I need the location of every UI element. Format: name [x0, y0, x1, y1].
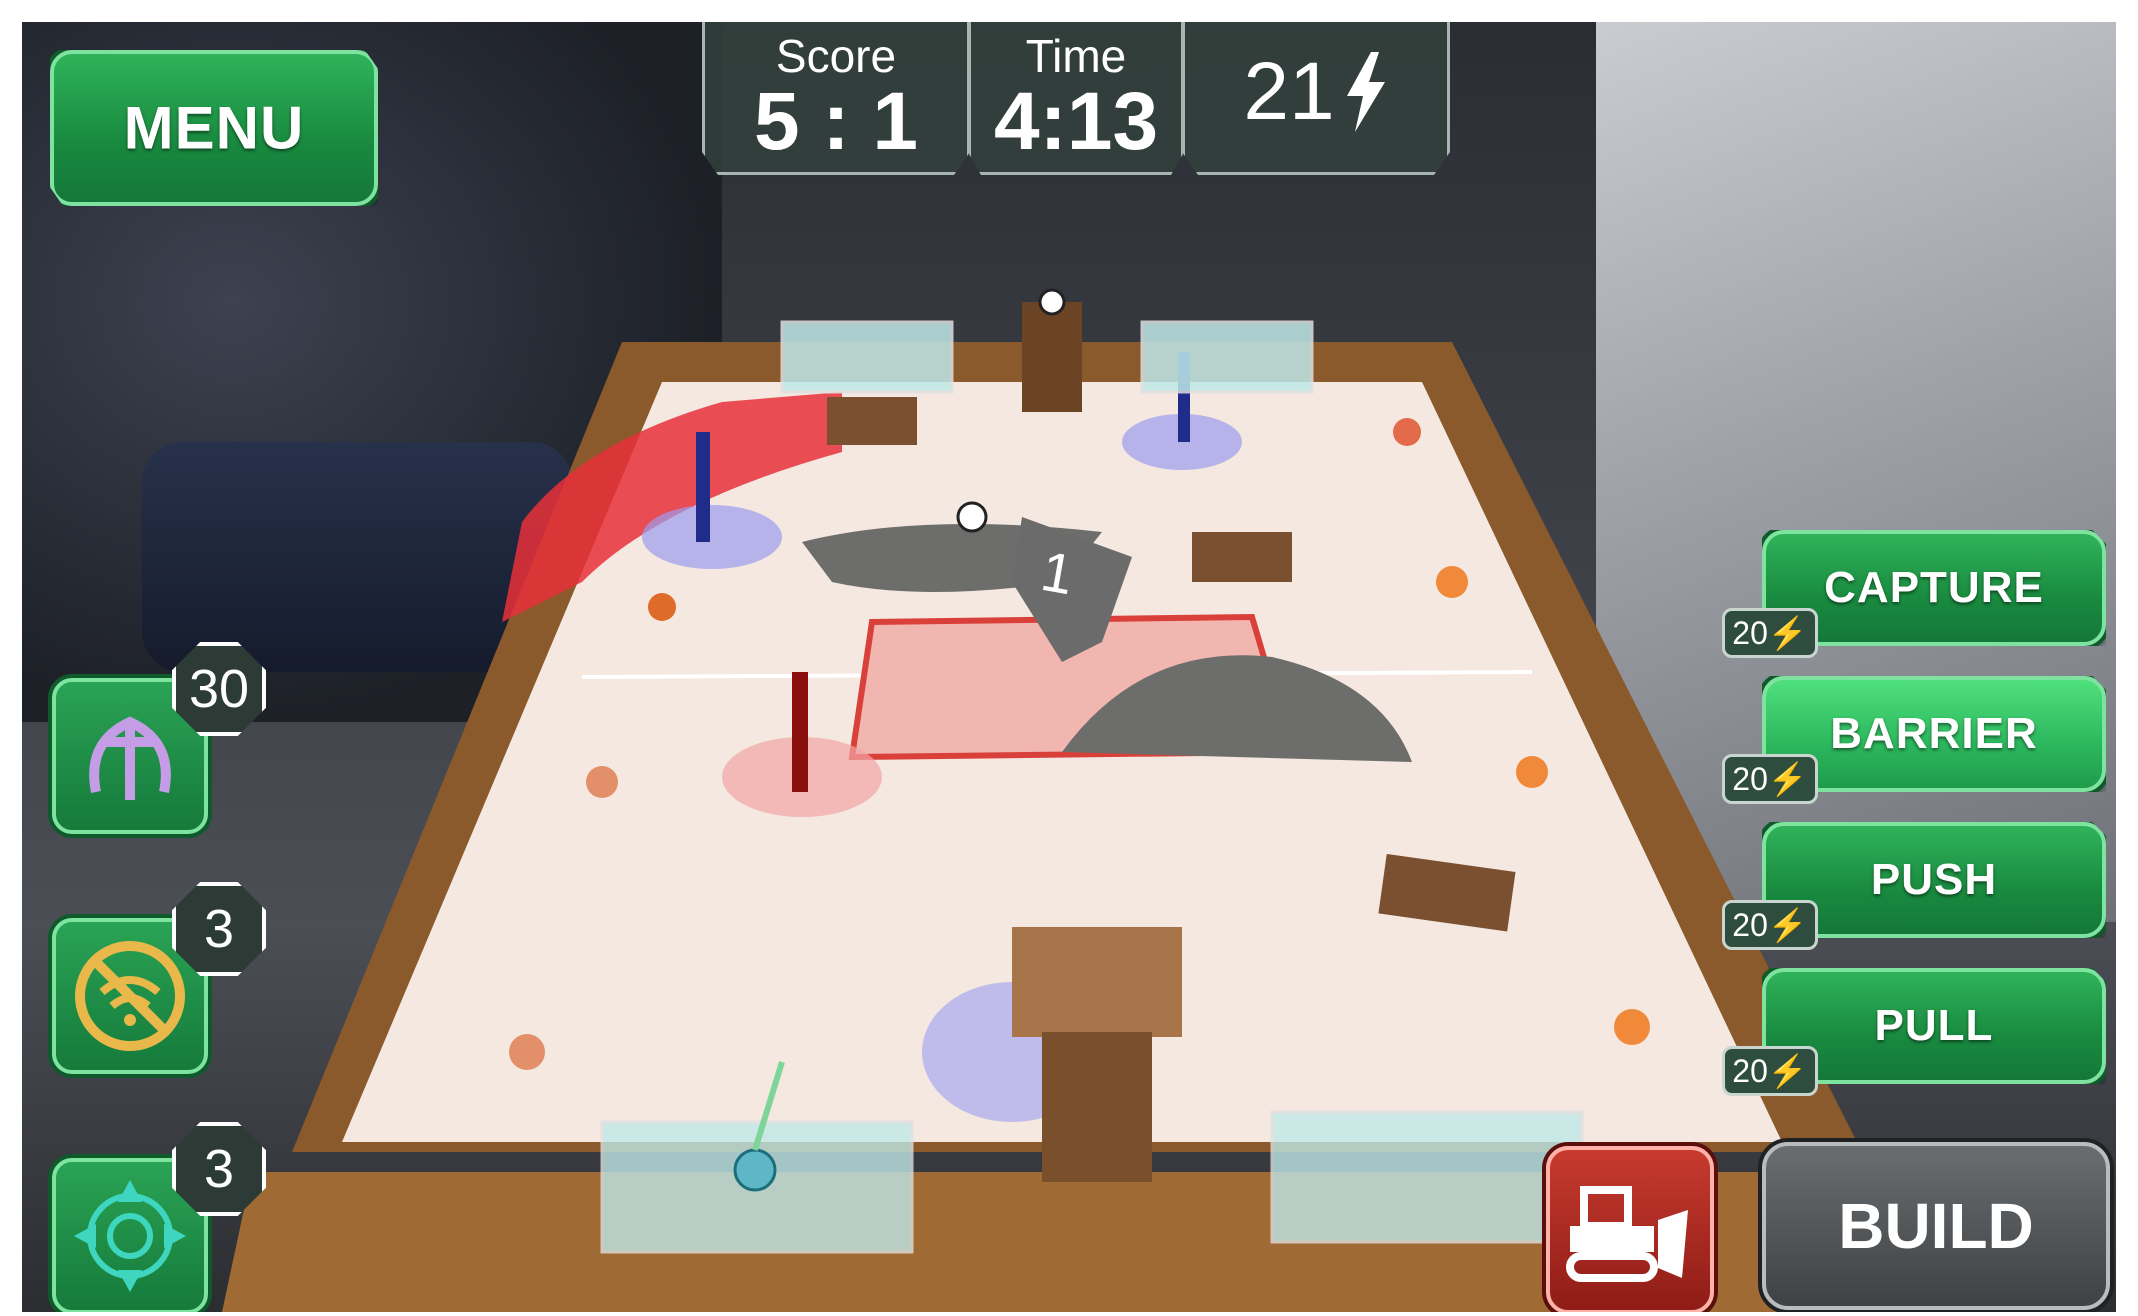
pull-cost: 20⚡ — [1722, 1046, 1818, 1096]
goal-bottom-right — [1270, 1110, 1584, 1244]
blue-post-left — [696, 432, 710, 542]
barrier-mid-right — [1192, 532, 1292, 582]
score-label: Score — [775, 30, 897, 82]
bulldozer-button[interactable] — [1546, 1146, 1714, 1312]
game-field[interactable]: 1 — [22, 22, 2116, 1312]
lightning-icon: ⚡ — [1767, 615, 1808, 651]
energy-pickup-2 — [1516, 756, 1548, 788]
time-panel: Time 4:13 — [968, 22, 1184, 175]
capture-cost: 20⚡ — [1722, 608, 1818, 658]
lightning-icon: ⚡ — [1767, 907, 1808, 943]
menu-button[interactable]: MENU — [50, 50, 378, 206]
ability-anchor-button[interactable]: 30 — [52, 642, 266, 834]
red-post-center — [792, 672, 808, 792]
ball-mid — [956, 501, 988, 533]
bulldozer-icon — [1566, 1186, 1688, 1282]
energy-value: 21 — [1243, 46, 1335, 137]
time-label: Time — [1025, 30, 1127, 82]
score-panel: Score 5 : 1 — [702, 22, 970, 175]
blue-spot-left — [642, 505, 782, 569]
barrier-cost: 20⚡ — [1722, 754, 1818, 804]
ball-player — [733, 1148, 777, 1192]
ability-mandala-button[interactable]: 3 — [52, 1122, 266, 1312]
build-button[interactable]: BUILD — [1762, 1142, 2110, 1310]
ability-no-signal-button[interactable]: 3 — [52, 882, 266, 1074]
ball-top — [1038, 288, 1066, 316]
goal-top-right — [1140, 320, 1314, 394]
lightning-icon — [1346, 52, 1385, 132]
energy-pickup-1 — [1436, 566, 1468, 598]
tower-bottom-roof — [1012, 927, 1182, 1037]
orange-marker — [648, 593, 676, 621]
pull-label: PULL — [1874, 1001, 1994, 1050]
lightning-icon: ⚡ — [1767, 761, 1808, 797]
time-value: 4:13 — [993, 76, 1159, 167]
barrier-cost-value: 20 — [1732, 761, 1768, 797]
push-cost-value: 20 — [1732, 907, 1768, 943]
disabled-pickup-3 — [509, 1034, 545, 1070]
score-value: 5 : 1 — [753, 76, 919, 167]
disabled-pickup-2 — [586, 766, 618, 798]
lightning-icon: ⚡ — [1767, 1053, 1808, 1089]
tower-bottom-body — [1042, 1032, 1152, 1182]
barrier-label: BARRIER — [1830, 709, 2038, 758]
disabled-pickup-1 — [1393, 418, 1421, 446]
energy-panel: 21 — [1182, 22, 1450, 175]
barrier-top-left — [827, 397, 917, 445]
push-label: PUSH — [1870, 855, 1998, 904]
energy-pickup-3 — [1614, 1009, 1650, 1045]
pull-cost-value: 20 — [1732, 1053, 1768, 1089]
goal-top-left — [780, 320, 954, 394]
capture-cost-value: 20 — [1732, 615, 1768, 651]
capture-label: CAPTURE — [1824, 563, 2044, 612]
push-cost: 20⚡ — [1722, 900, 1818, 950]
tower-top — [1022, 302, 1082, 412]
menu-label: MENU — [123, 94, 305, 162]
game-viewport[interactable]: 1 Score 5 : 1 Time 4:13 21 MENU CAPTURE … — [22, 22, 2116, 1312]
